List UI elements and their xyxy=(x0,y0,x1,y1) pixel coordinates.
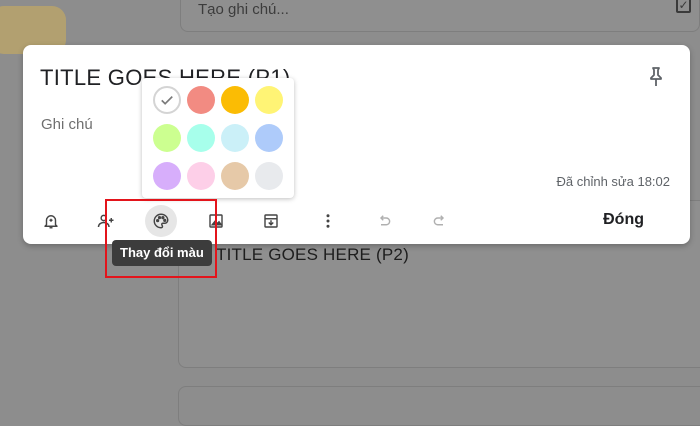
edited-timestamp: Đã chỉnh sửa 18:02 xyxy=(556,174,671,189)
color-swatch-teal[interactable] xyxy=(187,124,215,152)
color-swatch-default[interactable] xyxy=(153,86,181,114)
color-swatch-blue[interactable] xyxy=(221,124,249,152)
color-swatch-green[interactable] xyxy=(153,124,181,152)
color-swatch-dark-blue[interactable] xyxy=(255,124,283,152)
color-palette-popup xyxy=(142,78,294,198)
more-vert-icon[interactable] xyxy=(312,205,344,237)
take-note-placeholder: Tạo ghi chú... xyxy=(198,1,289,18)
color-swatch-orange[interactable] xyxy=(221,86,249,114)
background-note-card-2 xyxy=(178,386,700,426)
remind-bell-icon[interactable] xyxy=(35,205,67,237)
checkbox-icon: ✓ xyxy=(676,0,691,13)
color-swatch-purple[interactable] xyxy=(153,162,181,190)
background-note-title: TITLE GOES HERE (P2) xyxy=(216,245,409,264)
redo-icon[interactable] xyxy=(424,205,456,237)
archive-icon[interactable] xyxy=(255,205,287,237)
color-swatch-brown[interactable] xyxy=(221,162,249,190)
color-swatch-pink[interactable] xyxy=(187,162,215,190)
take-note-bar: Tạo ghi chú... ✓ xyxy=(180,0,700,32)
close-button[interactable]: Đóng xyxy=(601,209,646,231)
note-body-input[interactable]: Ghi chú xyxy=(41,116,93,133)
color-swatch-yellow[interactable] xyxy=(255,86,283,114)
color-swatch-red[interactable] xyxy=(187,86,215,114)
undo-icon[interactable] xyxy=(368,205,400,237)
color-swatch-gray[interactable] xyxy=(255,162,283,190)
pin-icon[interactable] xyxy=(644,65,668,89)
highlight-annotation-box xyxy=(105,199,217,278)
